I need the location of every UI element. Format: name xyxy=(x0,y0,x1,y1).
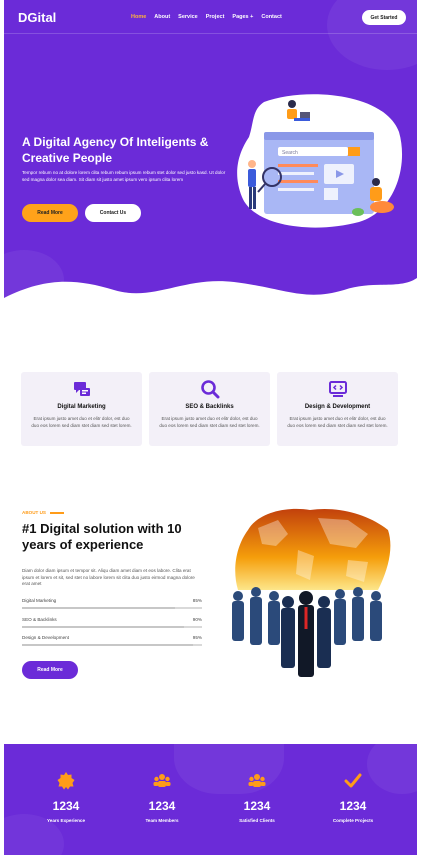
hero-read-more-button[interactable]: Read More xyxy=(22,204,78,222)
hero-wave xyxy=(4,278,417,320)
hero-title: A Digital Agency Of Inteligents & Creati… xyxy=(22,135,209,165)
skill-label: Digital Marketing xyxy=(22,598,57,603)
skill-bar xyxy=(22,644,202,646)
nav-item-home[interactable]: Home xyxy=(131,14,146,20)
stat-label: Team Members xyxy=(145,818,179,823)
stat-label: Complete Projects xyxy=(332,818,374,823)
skill-progress: Design & Development 95% xyxy=(22,635,202,649)
skill-value: 85% xyxy=(192,598,202,603)
about-read-more-button[interactable]: Read More xyxy=(22,661,78,679)
stat-number: 1234 xyxy=(339,799,367,813)
stat-complete-projects: 1234 Complete Projects xyxy=(313,772,393,823)
about-label-line xyxy=(50,512,64,514)
hero-illustration: Search xyxy=(237,94,403,228)
skill-value: 90% xyxy=(192,617,202,622)
stat-label: Satisfied Clients xyxy=(239,818,275,823)
search-icon xyxy=(200,380,219,399)
nav-item-pages-dropdown[interactable]: Pages + xyxy=(232,14,253,20)
about-title: #1 Digital solution with 10 years of exp… xyxy=(22,521,182,552)
skill-bar-fill xyxy=(22,607,175,609)
service-title: SEO & Backlinks xyxy=(185,404,234,410)
stat-satisfied-clients: 1234 Satisfied Clients xyxy=(217,772,297,823)
nav-item-project[interactable]: Project xyxy=(206,14,225,20)
skill-bar-fill xyxy=(22,626,184,628)
award-icon xyxy=(57,772,75,790)
service-title: Design & Development xyxy=(304,404,371,410)
users-icon xyxy=(153,774,171,787)
skill-bar xyxy=(22,626,202,628)
get-started-button[interactable]: Get Started xyxy=(362,10,406,25)
service-text: Erat ipsum justo amet duo et elitr dolor… xyxy=(159,416,260,428)
stat-number: 1234 xyxy=(243,799,271,813)
nav-menu: Home About Service Project Pages + Conta… xyxy=(131,14,282,20)
service-card-design[interactable]: Design & Development Erat ipsum justo am… xyxy=(277,372,398,446)
brand-logo[interactable]: DGital xyxy=(18,10,56,25)
stat-years-experience: 1234 Years Experience xyxy=(26,772,106,823)
stat-number: 1234 xyxy=(52,799,80,813)
about-world-crowd-image xyxy=(232,508,391,677)
nav-item-about[interactable]: About xyxy=(154,14,170,20)
stat-number: 1234 xyxy=(148,799,176,813)
skill-bar xyxy=(22,607,202,609)
skill-progress: SEO & Backlinks 90% xyxy=(22,617,202,631)
navbar: DGital Home About Service Project Pages … xyxy=(4,0,417,34)
nav-item-contact[interactable]: Contact xyxy=(261,14,281,20)
stat-label: Years Experience xyxy=(46,818,86,823)
skill-label: Design & Development xyxy=(22,635,69,640)
service-text: Erat ipsum justo amet duo et elitr dolor… xyxy=(31,416,132,428)
skill-value: 95% xyxy=(192,635,202,640)
service-card-marketing[interactable]: Digital Marketing Erat ipsum justo amet … xyxy=(21,372,142,446)
hero-text: Tempor rebum no at dolore lorem clita re… xyxy=(22,170,226,182)
users-icon xyxy=(248,774,266,787)
stat-team-members: 1234 Team Members xyxy=(122,772,202,823)
skill-progress: Digital Marketing 85% xyxy=(22,598,202,612)
stats-section: 1234 Years Experience 1234 Team Members … xyxy=(4,744,417,855)
illustration-search-text: Search xyxy=(282,150,298,156)
code-monitor-icon xyxy=(328,381,347,397)
about-text: Diam dolor diam ipsum et tempor sit. Ali… xyxy=(22,568,195,586)
megaphone-icon xyxy=(73,382,90,396)
service-text: Erat ipsum justo amet duo et elitr dolor… xyxy=(287,416,388,428)
about-label: ABOUT US xyxy=(22,510,46,515)
check-icon xyxy=(344,773,362,788)
hero-contact-button[interactable]: Contact Us xyxy=(85,204,141,222)
service-title: Digital Marketing xyxy=(57,404,106,410)
hero-section: A Digital Agency Of Inteligents & Creati… xyxy=(4,0,417,320)
nav-item-service[interactable]: Service xyxy=(178,14,198,20)
service-card-seo[interactable]: SEO & Backlinks Erat ipsum justo amet du… xyxy=(149,372,270,446)
services-row: Digital Marketing Erat ipsum justo amet … xyxy=(21,372,398,446)
skill-bar-fill xyxy=(22,644,193,646)
skill-label: SEO & Backlinks xyxy=(22,617,57,622)
